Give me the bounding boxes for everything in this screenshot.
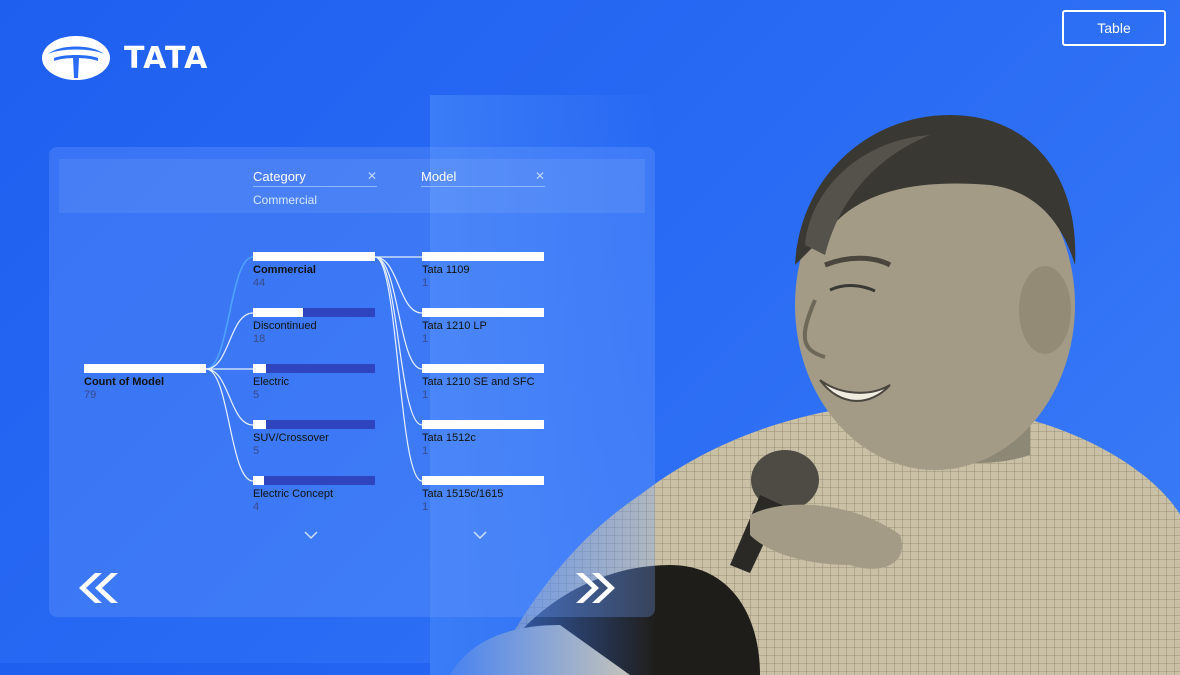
category-label: Discontinued bbox=[253, 320, 317, 332]
category-value: 44 bbox=[253, 277, 266, 289]
category-bar bbox=[253, 252, 375, 261]
decomposition-tree-panel: Category ✕ Commercial Model ✕ Count of M… bbox=[49, 147, 655, 617]
model-label: Tata 1515c/1615 bbox=[422, 488, 504, 500]
connector-line bbox=[205, 256, 254, 370]
category-bar bbox=[253, 364, 375, 373]
category-value: 5 bbox=[253, 445, 260, 457]
model-label: Tata 1512c bbox=[422, 432, 476, 444]
root-node[interactable]: Count of Model 79 bbox=[84, 364, 206, 401]
decomposition-tree: Count of Model 79 Commercial 44 Disconti… bbox=[49, 147, 655, 617]
category-node[interactable]: Electric 5 bbox=[253, 364, 375, 401]
category-label: Electric bbox=[253, 376, 290, 388]
model-value: 1 bbox=[422, 333, 429, 345]
root-bar bbox=[84, 364, 206, 373]
category-bar bbox=[253, 308, 375, 317]
previous-page-icon[interactable] bbox=[75, 571, 119, 605]
root-value: 79 bbox=[84, 389, 97, 401]
category-node[interactable]: SUV/Crossover 5 bbox=[253, 420, 375, 457]
tata-logo-icon bbox=[42, 36, 110, 80]
model-bar bbox=[422, 420, 544, 429]
category-value: 18 bbox=[253, 333, 266, 345]
model-bar bbox=[422, 308, 544, 317]
category-node[interactable]: Electric Concept 4 bbox=[253, 476, 375, 513]
chevron-down-icon[interactable] bbox=[473, 530, 487, 540]
model-node[interactable]: Tata 1109 1 bbox=[422, 252, 544, 289]
model-label: Tata 1210 LP bbox=[422, 320, 487, 332]
model-node[interactable]: Tata 1515c/1615 1 bbox=[422, 476, 544, 513]
logo-text: TATA bbox=[124, 40, 209, 76]
table-button[interactable]: Table bbox=[1062, 10, 1166, 46]
connector-line bbox=[205, 368, 254, 426]
model-bar bbox=[422, 476, 544, 485]
model-node[interactable]: Tata 1210 LP 1 bbox=[422, 308, 544, 345]
category-bar bbox=[253, 476, 375, 485]
tata-logo: TATA bbox=[40, 34, 208, 82]
connector-line bbox=[205, 312, 254, 370]
model-label: Tata 1210 SE and SFC bbox=[422, 376, 535, 388]
model-value: 1 bbox=[422, 501, 429, 513]
category-value: 4 bbox=[253, 501, 260, 513]
model-label: Tata 1109 bbox=[422, 264, 470, 276]
model-value: 1 bbox=[422, 389, 429, 401]
model-value: 1 bbox=[422, 277, 429, 289]
chevron-down-icon[interactable] bbox=[304, 530, 318, 540]
model-bar bbox=[422, 252, 544, 261]
category-node[interactable]: Commercial 44 bbox=[253, 252, 375, 289]
root-label: Count of Model bbox=[84, 376, 165, 388]
category-label: Commercial bbox=[253, 264, 316, 276]
connector-line bbox=[374, 256, 423, 426]
model-value: 1 bbox=[422, 445, 429, 457]
next-page-icon[interactable] bbox=[575, 571, 619, 605]
model-node[interactable]: Tata 1512c 1 bbox=[422, 420, 544, 457]
connector-line bbox=[205, 368, 254, 482]
category-bar bbox=[253, 420, 375, 429]
category-node[interactable]: Discontinued 18 bbox=[253, 308, 375, 345]
connector-line bbox=[374, 256, 423, 482]
category-value: 5 bbox=[253, 389, 260, 401]
model-node[interactable]: Tata 1210 SE and SFC 1 bbox=[422, 364, 544, 401]
connector-line bbox=[374, 256, 423, 370]
category-label: SUV/Crossover bbox=[253, 432, 329, 444]
category-label: Electric Concept bbox=[253, 488, 334, 500]
model-bar bbox=[422, 364, 544, 373]
